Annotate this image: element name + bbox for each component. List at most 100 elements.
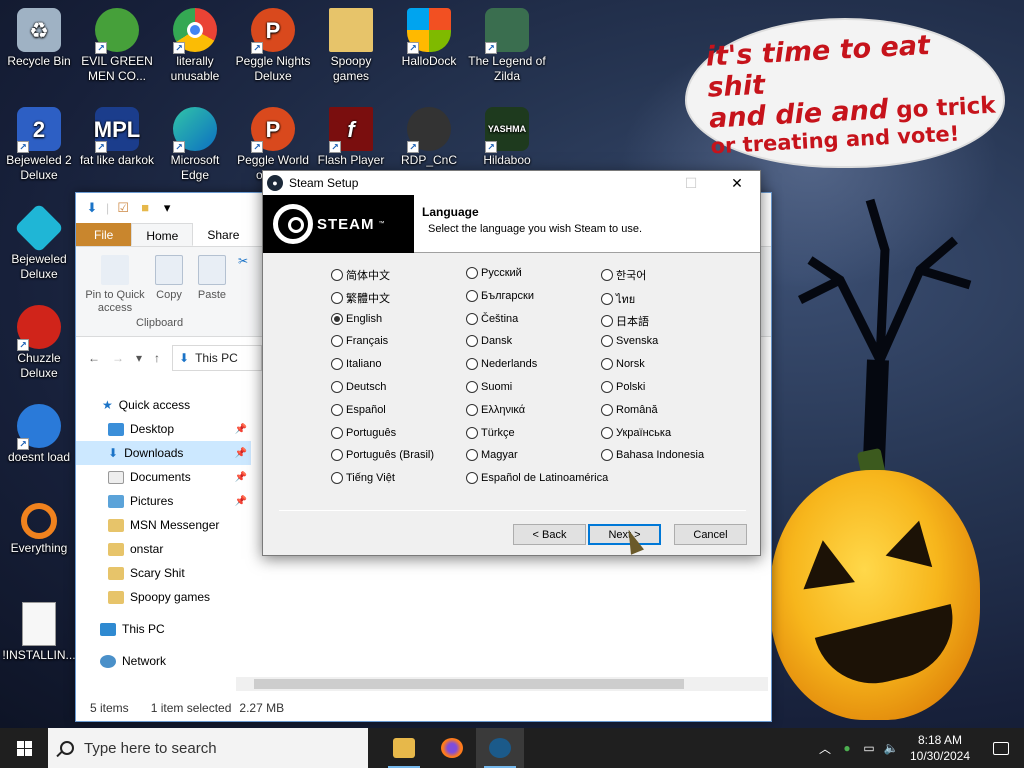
radio-button[interactable] (331, 426, 343, 439)
desktop-icon-hildaboo[interactable]: YASHMA ↗ Hildaboo (468, 103, 546, 168)
taskbar-file-explorer[interactable] (380, 728, 428, 768)
radio-button[interactable] (331, 335, 343, 348)
language-option[interactable]: Suomi (466, 381, 512, 393)
radio-button[interactable] (601, 269, 613, 281)
scissors-icon[interactable]: ✂ (236, 255, 250, 268)
language-option[interactable]: Bahasa Indonesia (601, 449, 704, 462)
language-option[interactable]: Nederlands (466, 358, 537, 371)
dialog-titlebar[interactable]: ● Steam Setup ☐ ✕ (263, 171, 760, 195)
radio-button[interactable] (601, 314, 613, 327)
msn-tray-icon[interactable]: ● (836, 741, 858, 755)
radio-button[interactable] (466, 312, 478, 325)
language-option[interactable]: 简体中文 (331, 267, 390, 283)
language-option[interactable]: English (331, 312, 382, 325)
down-arrow-icon[interactable]: ⬇ (84, 200, 100, 216)
language-option[interactable]: Italiano (331, 358, 381, 371)
radio-button[interactable] (466, 289, 478, 302)
radio-button[interactable] (601, 403, 613, 416)
desktop-icon-legend-of-zilda[interactable]: ↗ The Legend of Zilda (468, 4, 546, 84)
address-bar[interactable]: ⬇ This PC (172, 345, 263, 371)
language-option[interactable]: Deutsch (331, 381, 386, 393)
language-option[interactable]: Български (466, 289, 534, 302)
pin-quick-access-button[interactable]: Pin to Quick access (82, 255, 148, 315)
nav-pictures[interactable]: Pictures 📌 (76, 489, 251, 513)
network-icon[interactable]: ▭ (858, 741, 880, 755)
desktop-icon-peggle-nights[interactable]: P ↗ Peggle Nights Deluxe (234, 4, 312, 84)
radio-button[interactable] (601, 358, 613, 371)
radio-button[interactable] (466, 381, 478, 393)
language-option[interactable]: Português (331, 426, 396, 439)
desktop-icon-rdp-cnc[interactable]: ↗ RDP_CnC (390, 103, 468, 168)
clock[interactable]: 8:18 AM 10/30/2024 (902, 732, 978, 764)
nav-msn-messenger[interactable]: MSN Messenger (76, 513, 251, 537)
language-option[interactable]: Português (Brasil) (331, 449, 434, 462)
nav-spoopy-games[interactable]: Spoopy games (76, 585, 251, 609)
tab-share[interactable]: Share (193, 223, 253, 246)
start-button[interactable] (0, 728, 48, 768)
radio-button[interactable] (331, 449, 343, 462)
horizontal-scrollbar[interactable] (236, 677, 768, 691)
language-option[interactable]: Français (331, 335, 388, 348)
up-arrow-icon[interactable]: ↑ (154, 351, 160, 365)
language-option[interactable]: Čeština (466, 312, 518, 325)
radio-button[interactable] (466, 335, 478, 348)
new-folder-icon[interactable]: ■ (137, 200, 153, 216)
desktop-icon-everything[interactable]: Everything (0, 499, 78, 556)
nav-this-pc[interactable]: This PC (76, 617, 251, 641)
nav-network[interactable]: Network (76, 649, 251, 673)
desktop-icon-bejeweled-deluxe[interactable]: Bejeweled Deluxe (0, 202, 78, 282)
chevron-up-icon[interactable]: ︿ (814, 740, 836, 757)
radio-button[interactable] (466, 472, 478, 485)
desktop-icon-flash-player[interactable]: f ↗ Flash Player (312, 103, 390, 168)
radio-button[interactable] (331, 269, 343, 281)
language-option[interactable]: Magyar (466, 449, 518, 462)
radio-button[interactable] (331, 472, 343, 485)
language-option[interactable]: Tiếng Việt (331, 472, 395, 485)
nav-downloads[interactable]: ⬇ Downloads 📌 (76, 441, 251, 465)
forward-arrow-icon[interactable]: → (112, 351, 124, 365)
radio-button[interactable] (601, 426, 613, 439)
paste-button[interactable]: Paste (196, 255, 228, 302)
volume-icon[interactable]: 🔈 (880, 741, 902, 755)
properties-icon[interactable]: ☑ (115, 200, 131, 216)
language-option[interactable]: Українська (601, 426, 671, 439)
nav-quick-access[interactable]: ★ Quick access (76, 393, 251, 417)
taskbar-search[interactable]: Type here to search (48, 728, 368, 768)
close-icon[interactable]: ✕ (714, 171, 760, 195)
desktop-icon-installing[interactable]: !INSTALLIN... (0, 598, 78, 663)
radio-button[interactable] (601, 381, 613, 393)
desktop-icon-spoopy-games[interactable]: Spoopy games (312, 4, 390, 84)
radio-button[interactable] (331, 403, 343, 416)
radio-button[interactable] (466, 449, 478, 462)
back-arrow-icon[interactable]: ← (88, 351, 100, 365)
back-button[interactable]: < Back (513, 524, 586, 545)
language-option[interactable]: ไทย (601, 290, 635, 308)
language-option[interactable]: Dansk (466, 335, 512, 348)
copy-button[interactable]: Copy (154, 255, 184, 302)
radio-button[interactable] (331, 381, 343, 393)
radio-button[interactable] (331, 358, 343, 371)
scrollbar-thumb[interactable] (254, 679, 684, 689)
nav-desktop[interactable]: Desktop 📌 (76, 417, 251, 441)
language-option[interactable]: Türkçe (466, 426, 515, 439)
desktop-icon-hallodock[interactable]: ↗ HalloDock (390, 4, 468, 69)
language-option[interactable]: 繁體中文 (331, 290, 390, 306)
tab-home[interactable]: Home (131, 223, 194, 246)
taskbar-firefox[interactable] (428, 728, 476, 768)
steam-setup-dialog[interactable]: ● Steam Setup ☐ ✕ STEAM ™ Language Select… (262, 170, 761, 556)
desktop-icon-chuzzle[interactable]: ↗ Chuzzle Deluxe (0, 301, 78, 381)
language-option[interactable]: Română (601, 403, 658, 416)
radio-button[interactable] (601, 335, 613, 348)
desktop-icon-evil-green-men[interactable]: ↗ EVIL GREEN MEN CO... (78, 4, 156, 84)
radio-button[interactable] (466, 267, 478, 279)
tab-file[interactable]: File (76, 223, 132, 246)
taskbar-steam[interactable] (476, 728, 524, 768)
language-option[interactable]: 日本語 (601, 313, 649, 329)
chevron-down-icon[interactable]: ▾ (159, 200, 175, 216)
desktop-icon-recycle-bin[interactable]: ♻ Recycle Bin (0, 4, 78, 69)
nav-scary-shit[interactable]: Scary Shit (76, 561, 251, 585)
nav-onstar[interactable]: onstar (76, 537, 251, 561)
radio-button[interactable] (331, 312, 343, 325)
radio-button[interactable] (601, 449, 613, 462)
radio-button[interactable] (466, 403, 478, 416)
